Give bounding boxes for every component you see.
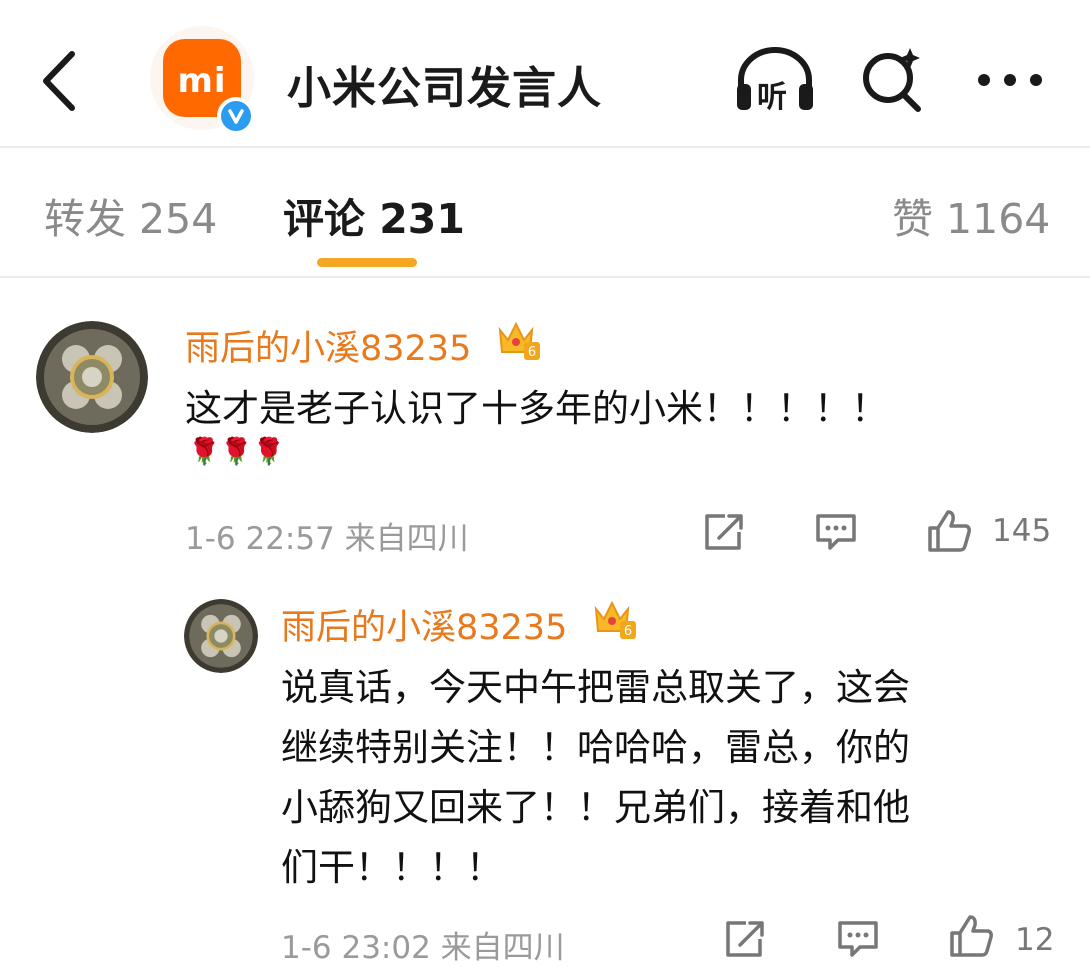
share-icon[interactable] <box>701 512 745 552</box>
comment-meta: 1-6 22:57 来自四川 <box>185 521 469 557</box>
commenter-avatar[interactable] <box>36 321 148 433</box>
search-icon[interactable] <box>860 44 926 114</box>
tab-reposts[interactable]: 转发 254 <box>44 185 217 245</box>
tab-likes[interactable]: 赞 1164 <box>892 185 1050 245</box>
reply-like-count: 12 <box>1015 922 1055 958</box>
reply-text-line-4: 们干！！！！ <box>281 846 503 889</box>
rose-emoji: 🌹🌹🌹 <box>188 437 286 467</box>
comment-username[interactable]: 雨后的小溪83235 <box>185 320 471 371</box>
crown-badge-icon: 6 <box>594 600 636 639</box>
listen-button[interactable]: 听 <box>733 44 817 115</box>
like-count: 145 <box>992 513 1052 549</box>
page-title: 小米公司发言人 <box>287 63 602 114</box>
logo-text: mi <box>177 61 227 101</box>
reply-icon[interactable] <box>836 919 880 959</box>
verified-badge-icon <box>217 97 255 135</box>
like-icon[interactable] <box>948 913 994 959</box>
like-icon[interactable] <box>926 508 972 554</box>
header-divider <box>0 146 1090 148</box>
active-tab-indicator <box>317 258 417 267</box>
reply-commenter-avatar[interactable] <box>184 599 258 673</box>
crown-badge-icon: 6 <box>498 321 540 360</box>
reply-text-line-3: 小舔狗又回来了！！兄弟们，接着和他 <box>281 786 910 829</box>
back-arrow-icon[interactable] <box>36 44 86 118</box>
reply-text-line-1: 说真话，今天中午把雷总取关了，这会 <box>281 666 910 709</box>
listen-label: 听 <box>757 80 787 115</box>
top-bar: mi 小米公司发言人 听 <box>0 0 1090 146</box>
tab-comments[interactable]: 评论 231 <box>283 185 465 245</box>
more-options-icon[interactable] <box>975 70 1045 90</box>
svg-text:6: 6 <box>528 345 536 360</box>
reply-icon[interactable] <box>814 512 858 552</box>
tabs-divider <box>0 276 1090 278</box>
reply-username[interactable]: 雨后的小溪83235 <box>281 599 567 650</box>
comment-text: 这才是老子认识了十多年的小米！！！！！ <box>185 387 888 430</box>
reply-meta: 1-6 23:02 来自四川 <box>281 930 565 966</box>
reply-text-line-2: 继续特别关注！！哈哈哈，雷总，你的 <box>281 726 910 769</box>
svg-text:6: 6 <box>624 624 632 639</box>
share-icon[interactable] <box>722 919 766 959</box>
